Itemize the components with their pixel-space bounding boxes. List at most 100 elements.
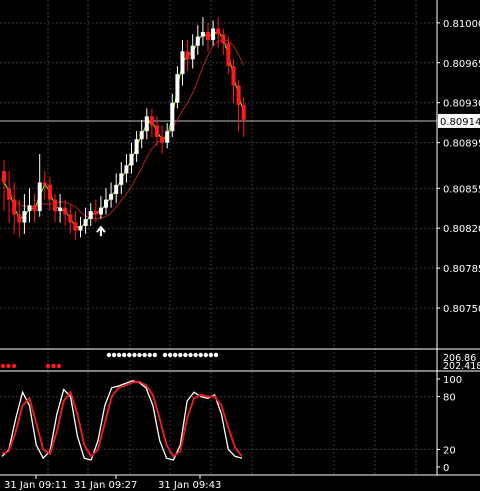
candle-up [27,205,32,212]
candle-down [17,214,22,223]
candle-up [98,207,103,215]
candle-up [114,184,119,194]
indicator-dot-white [178,352,183,358]
indicator-dot-white [183,352,188,358]
candle-down [32,205,37,212]
candle-down [231,66,236,86]
candle-up [175,74,180,103]
indicator-dot-red [45,363,51,369]
trading-chart[interactable]: 206.86202.4182 100 80 20 0 0.81000 0.80965 0.… [0,0,480,491]
dot-indicator-pane: 206.86202.4182 [0,352,480,372]
candle-down [93,211,98,215]
indicator-dot-red [56,363,62,369]
candle-down [160,136,165,143]
candle-up [165,131,170,143]
candle-up [195,36,200,46]
stoch-level-label: 20 [443,445,456,456]
candle-down [236,85,241,105]
candlestick-series [2,17,246,240]
price-tick-label: 0.81000 [443,19,480,30]
indicator-dot-white [137,352,142,358]
candle-down [149,116,154,126]
candle-up [170,102,175,132]
candle-up [78,225,83,231]
candle-down [2,171,6,183]
price-tick-label: 0.80855 [443,184,480,195]
indicator-dot-white [193,352,198,358]
candle-up [58,207,63,212]
indicator-dot-white [173,352,178,358]
price-tick-label: 0.80820 [443,224,480,235]
indicator-dot-red [51,363,56,369]
candle-up [180,51,185,75]
signal-markers [96,225,106,237]
candle-down [226,43,231,67]
candle-down [155,125,159,137]
indicator-level-label: 202.4182 [443,361,480,372]
stoch-signal-line [1,380,243,459]
indicator-dot-red [11,363,17,369]
current-price-label: 0.80914 [440,117,480,128]
stoch-level-label: 0 [443,463,449,474]
indicator-dot-white [162,352,168,358]
candle-down [63,207,68,215]
candle-up [119,173,124,185]
candle-up [22,211,27,223]
candle-down [185,51,190,60]
indicator-dot-white [116,352,122,358]
price-tick-label: 0.80965 [443,59,480,70]
indicator-dot-white [147,352,152,358]
candle-up [129,154,134,166]
candle-down [42,182,47,185]
indicator-dot-white [213,352,219,358]
price-tick-label: 0.80930 [443,99,480,110]
stochastic-pane: 100 80 20 0 [0,375,462,474]
candle-up [83,219,88,226]
indicator-dot-white [142,352,147,358]
indicator-dot-white [106,352,112,358]
candle-up [190,45,195,60]
indicator-dot-white [127,352,132,358]
candle-up [139,131,144,140]
candle-down [221,34,226,44]
indicator-dot-white [188,352,193,358]
candle-up [37,182,42,212]
indicator-dot-white [203,352,208,358]
indicator-dot-white [152,352,157,358]
candle-down [73,222,78,231]
chart-grid [0,0,437,475]
candle-up [124,165,129,174]
candle-up [200,31,205,37]
indicator-dot-white [208,352,214,358]
candle-up [88,211,93,220]
candle-up [134,139,139,155]
stoch-main-line [1,380,243,461]
candle-up [109,193,114,200]
candle-down [12,199,17,215]
time-tick-label: 31 Jan 09:27 [74,480,137,491]
candle-up [211,28,216,40]
price-tick-label: 0.80895 [443,139,480,150]
price-tick-label: 0.80750 [443,304,480,315]
indicator-dot-red [0,363,6,369]
indicator-dot-white [111,352,117,358]
time-tick-label: 31 Jan 09:43 [158,480,221,491]
candle-down [206,31,210,40]
stoch-level-label: 100 [443,375,462,386]
candle-down [241,104,246,120]
indicator-dot-white [132,352,137,358]
candle-up [144,116,149,132]
indicator-dot-white [122,352,127,358]
indicator-dot-white [167,352,173,358]
candle-down [68,214,73,223]
stoch-level-label: 80 [443,393,456,404]
time-tick-label: 31 Jan 09:11 [4,480,67,491]
candle-down [53,199,57,212]
buy-arrow-marker [96,225,106,237]
candle-down [7,188,12,200]
candle-down [216,28,221,35]
candle-down [47,184,52,200]
time-axis: 31 Jan 09:11 31 Jan 09:27 31 Jan 09:43 [4,475,221,491]
candle-up [104,199,108,208]
indicator-dot-white [198,352,203,358]
